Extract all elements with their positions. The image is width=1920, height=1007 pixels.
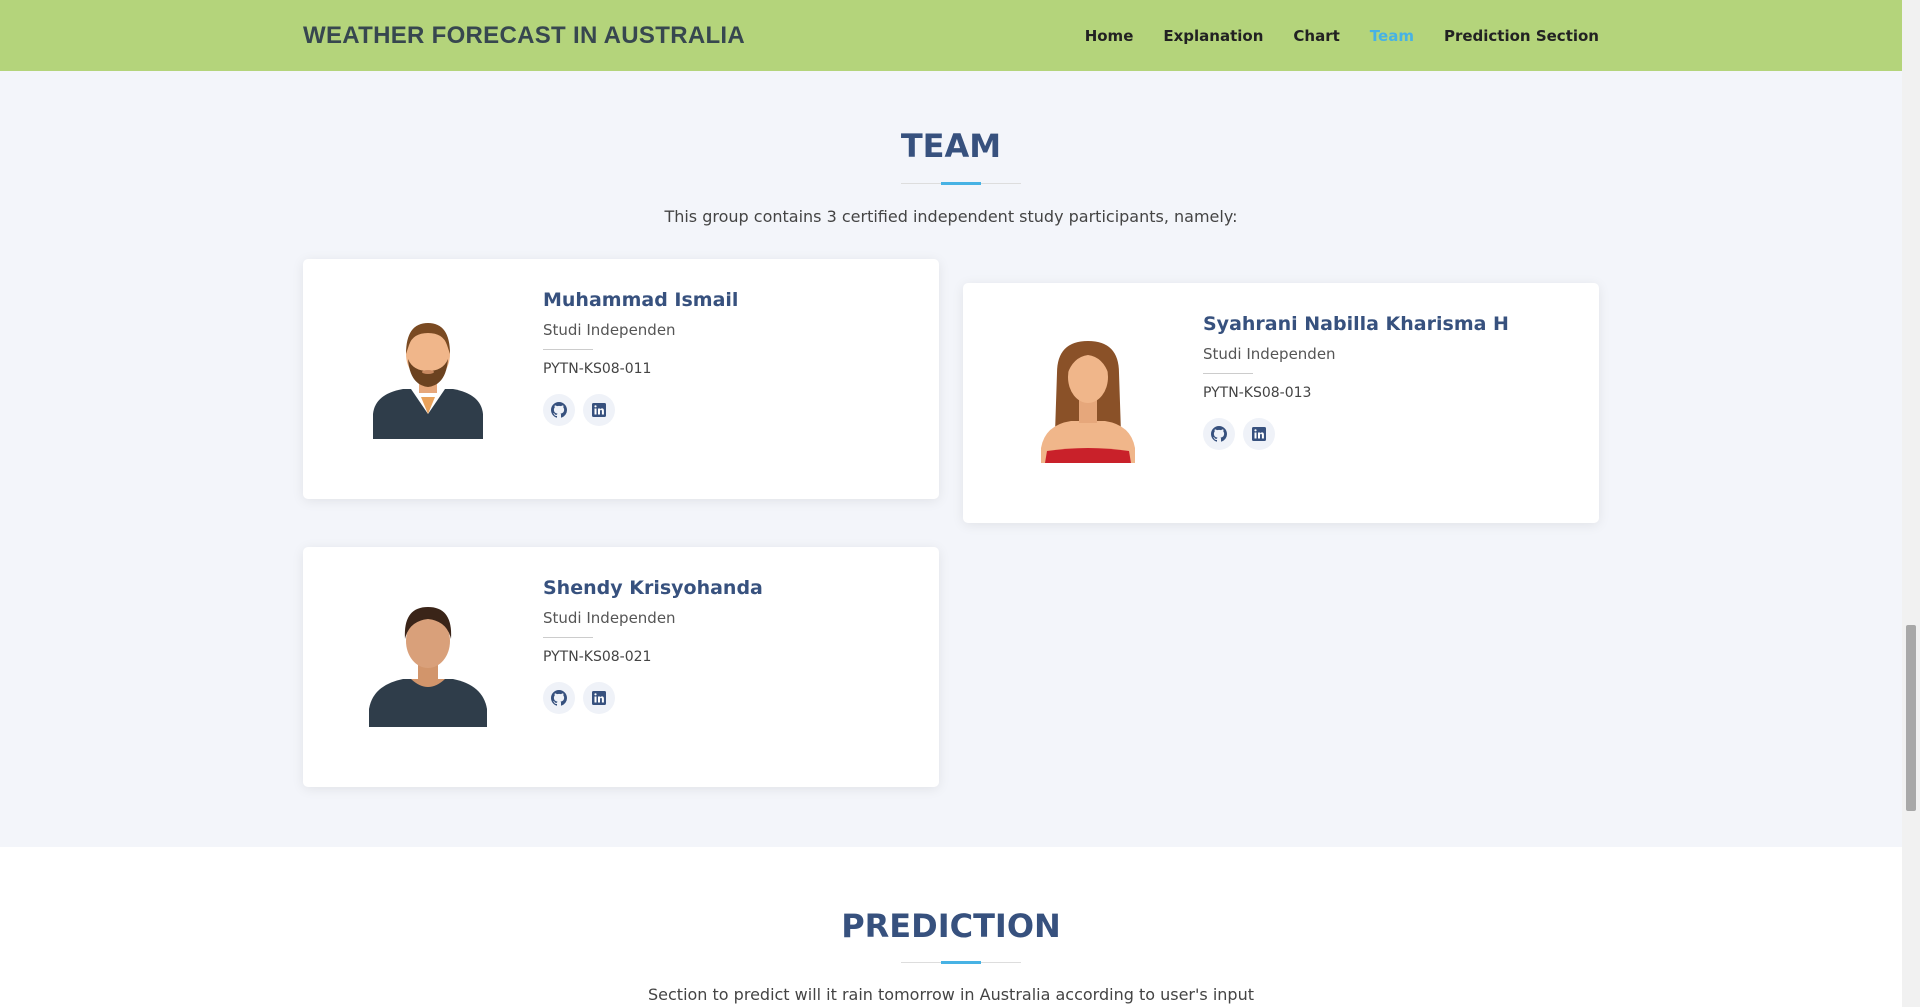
title-divider xyxy=(901,961,1021,964)
team-section: TEAM This group contains 3 certified ind… xyxy=(0,71,1902,847)
title-divider-accent xyxy=(941,961,981,964)
member-name: Syahrani Nabilla Kharisma H xyxy=(1203,313,1509,335)
main-nav: Home Explanation Chart Team Prediction S… xyxy=(1085,0,1599,71)
prediction-section: PREDICTION Section to predict will it ra… xyxy=(0,847,1902,1007)
member-code: PYTN-KS08-021 xyxy=(543,649,652,665)
nav-team[interactable]: Team xyxy=(1370,27,1414,45)
title-divider xyxy=(901,182,1021,185)
member-code: PYTN-KS08-013 xyxy=(1203,385,1312,401)
github-icon[interactable] xyxy=(1203,418,1235,450)
member-role: Studi Independen xyxy=(543,321,676,339)
member-name: Shendy Krisyohanda xyxy=(543,577,763,599)
github-icon[interactable] xyxy=(543,394,575,426)
member-code: PYTN-KS08-011 xyxy=(543,361,652,377)
site-header: WEATHER FORECAST IN AUSTRALIA Home Expla… xyxy=(0,0,1902,71)
nav-prediction-section[interactable]: Prediction Section xyxy=(1444,27,1599,45)
member-divider xyxy=(543,637,593,638)
linkedin-icon[interactable] xyxy=(583,394,615,426)
member-divider xyxy=(543,349,593,350)
title-divider-accent xyxy=(941,182,981,185)
member-divider xyxy=(1203,373,1253,374)
github-icon[interactable] xyxy=(543,682,575,714)
female-avatar-icon xyxy=(1023,333,1153,463)
prediction-title: PREDICTION xyxy=(841,907,1061,945)
male-bearded-avatar-icon xyxy=(363,309,493,439)
member-name: Muhammad Ismail xyxy=(543,289,739,311)
nav-home[interactable]: Home xyxy=(1085,27,1134,45)
member-role: Studi Independen xyxy=(1203,345,1336,363)
member-socials xyxy=(543,394,615,426)
member-card: Shendy Krisyohanda Studi Independen PYTN… xyxy=(303,547,939,787)
nav-chart[interactable]: Chart xyxy=(1293,27,1339,45)
member-socials xyxy=(1203,418,1275,450)
member-role: Studi Independen xyxy=(543,609,676,627)
member-card: Syahrani Nabilla Kharisma H Studi Indepe… xyxy=(963,283,1599,523)
member-socials xyxy=(543,682,615,714)
prediction-subtitle: Section to predict will it rain tomorrow… xyxy=(648,985,1254,1004)
nav-explanation[interactable]: Explanation xyxy=(1163,27,1263,45)
team-title: TEAM xyxy=(900,127,1002,165)
scrollbar-thumb[interactable] xyxy=(1906,625,1916,811)
team-subtitle: This group contains 3 certified independ… xyxy=(664,207,1238,226)
page-scrollbar[interactable] xyxy=(1902,0,1920,1007)
male-avatar-icon xyxy=(363,597,493,727)
site-logo[interactable]: WEATHER FORECAST IN AUSTRALIA xyxy=(303,22,745,50)
member-card: Muhammad Ismail Studi Independen PYTN-KS… xyxy=(303,259,939,499)
linkedin-icon[interactable] xyxy=(583,682,615,714)
linkedin-icon[interactable] xyxy=(1243,418,1275,450)
